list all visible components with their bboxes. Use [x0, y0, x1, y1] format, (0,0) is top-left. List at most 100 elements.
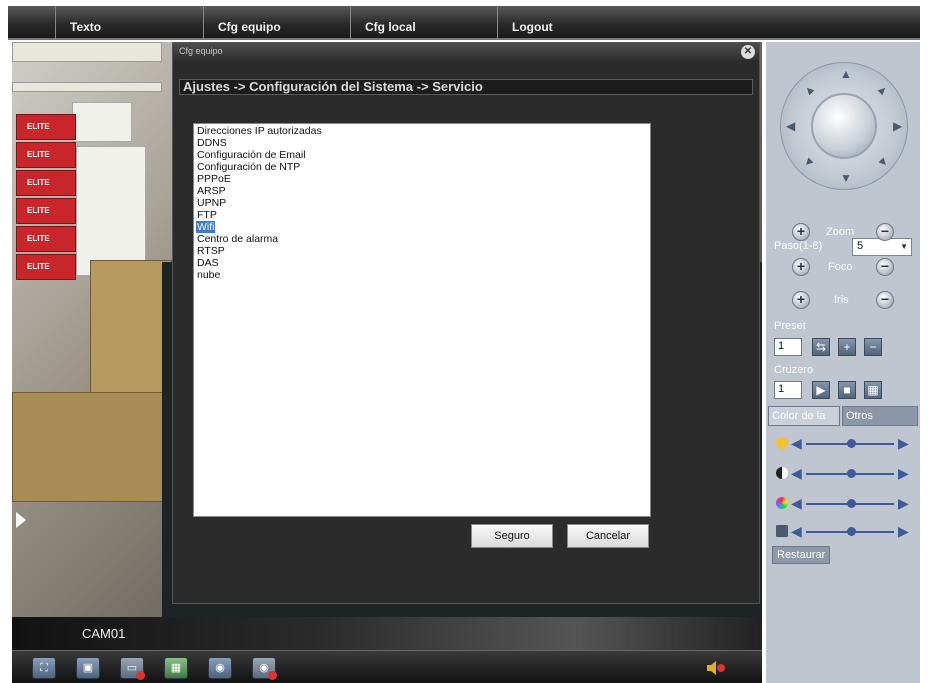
box: [76, 146, 146, 276]
zoom-in-button[interactable]: +: [792, 223, 810, 241]
list-item[interactable]: PPPoE: [196, 173, 231, 185]
list-item[interactable]: UPNP: [196, 197, 226, 209]
box: ELITE: [16, 226, 76, 252]
tab-logout[interactable]: Logout: [497, 6, 645, 40]
preset-add-icon[interactable]: +: [838, 338, 856, 356]
ptz-right-icon[interactable]: ▶: [893, 119, 902, 133]
ptz-left-icon[interactable]: ◀: [786, 119, 795, 133]
stop-preview-icon[interactable]: ▭: [120, 657, 145, 680]
slider-decrease-icon[interactable]: ◀: [791, 523, 802, 540]
slider-knob[interactable]: [847, 499, 856, 508]
box: ELITE: [16, 254, 76, 280]
play-marker-icon: [16, 512, 26, 528]
service-list[interactable]: Direcciones IP autorizadas DDNS Configur…: [193, 123, 651, 517]
list-item[interactable]: Direcciones IP autorizadas: [196, 125, 322, 137]
tab-texto[interactable]: Texto: [55, 6, 203, 40]
list-item[interactable]: Configuración de Email: [196, 149, 306, 161]
close-icon[interactable]: ✕: [741, 45, 755, 59]
control-panel: ▲ ▼ ◀ ▶ ▲ ▲ ▼ ▼ Paso(1-8) 5 ▼ + Zoom − + …: [766, 42, 920, 683]
iris-open-button[interactable]: +: [792, 291, 810, 309]
fullscreen-icon[interactable]: ⛶: [32, 657, 56, 679]
carton: [12, 392, 172, 502]
ptz-center-button[interactable]: [811, 93, 877, 159]
ptz-up-left-icon[interactable]: ▲: [800, 81, 818, 99]
iris-label: Iris: [834, 294, 849, 306]
stop-dot-icon: [136, 671, 145, 680]
breadcrumb: Ajustes -> Configuración del Sistema -> …: [179, 79, 753, 95]
slider-knob[interactable]: [847, 439, 856, 448]
tab-cfg-equipo[interactable]: Cfg equipo: [203, 6, 351, 40]
list-item[interactable]: Centro de alarma: [196, 233, 278, 245]
split-view-icon[interactable]: ▣: [76, 657, 100, 679]
tab-color[interactable]: Color de la: [768, 406, 840, 426]
cruise-grid-icon[interactable]: ▦: [864, 381, 882, 399]
saturation-slider[interactable]: ◀ ▶: [774, 495, 914, 513]
box-label: ELITE: [27, 262, 50, 271]
slider-knob[interactable]: [847, 527, 856, 536]
box-label: ELITE: [27, 206, 50, 215]
slider-decrease-icon[interactable]: ◀: [791, 435, 802, 452]
speaker-icon[interactable]: [705, 660, 727, 676]
ptz-up-icon[interactable]: ▲: [840, 67, 852, 81]
shelf: [12, 82, 162, 92]
slider-knob[interactable]: [847, 469, 856, 478]
box-label: ELITE: [27, 178, 50, 187]
ok-button[interactable]: Seguro: [471, 524, 553, 548]
slider-increase-icon[interactable]: ▶: [898, 523, 909, 540]
dialog-title: Cfg equipo: [179, 46, 223, 56]
focus-out-button[interactable]: −: [876, 258, 894, 276]
iris-close-button[interactable]: −: [876, 291, 894, 309]
dialog-title-bar[interactable]: Cfg equipo ✕: [173, 43, 759, 61]
slider-decrease-icon[interactable]: ◀: [791, 465, 802, 482]
slider-decrease-icon[interactable]: ◀: [791, 495, 802, 512]
ptz-down-right-icon[interactable]: ▼: [874, 153, 892, 171]
cruise-input[interactable]: 1: [774, 381, 802, 399]
contrast-slider[interactable]: ◀ ▶: [774, 465, 914, 483]
color-tabs: Color de la Otros: [768, 406, 918, 426]
preset-input[interactable]: 1: [774, 338, 802, 356]
list-item[interactable]: FTP: [196, 209, 217, 221]
restore-button[interactable]: Restaurar: [772, 546, 831, 564]
slider-increase-icon[interactable]: ▶: [898, 435, 909, 452]
slider-increase-icon[interactable]: ▶: [898, 465, 909, 482]
slider-increase-icon[interactable]: ▶: [898, 495, 909, 512]
list-item[interactable]: Configuración de NTP: [196, 161, 300, 173]
focus-in-button[interactable]: +: [792, 258, 810, 276]
hue-slider[interactable]: ◀ ▶: [774, 523, 914, 541]
shelf: [12, 42, 162, 62]
cruise-label: Cruzero: [774, 364, 814, 376]
snapshot-icon[interactable]: ▦: [164, 657, 188, 679]
ptz-control[interactable]: ▲ ▼ ◀ ▶ ▲ ▲ ▼ ▼: [780, 62, 908, 190]
stop-record-icon[interactable]: ◉: [252, 657, 277, 680]
tab-cfg-local[interactable]: Cfg local: [350, 6, 498, 40]
ptz-down-icon[interactable]: ▼: [840, 171, 852, 185]
step-label: Paso(1-8): [774, 240, 823, 252]
tab-otros[interactable]: Otros: [842, 406, 918, 426]
box-label: ELITE: [27, 122, 50, 131]
bottom-toolbar: ⛶ ▣ ▭ ▦ ◉ ◉: [12, 650, 762, 683]
list-item[interactable]: ARSP: [196, 185, 226, 197]
brightness-icon: [776, 437, 788, 449]
camera-label: CAM01: [82, 626, 126, 641]
box: [72, 102, 132, 142]
list-item[interactable]: DDNS: [196, 137, 227, 149]
list-item[interactable]: nube: [196, 269, 220, 281]
cruise-play-icon[interactable]: ▶: [812, 381, 830, 399]
zoom-out-button[interactable]: −: [876, 223, 894, 241]
ptz-down-left-icon[interactable]: ▼: [800, 153, 818, 171]
list-item-selected[interactable]: Wifi: [196, 221, 215, 233]
config-dialog: Cfg equipo ✕ Ajustes -> Configuración de…: [172, 42, 760, 604]
box: ELITE: [16, 170, 76, 196]
cancel-button[interactable]: Cancelar: [567, 524, 649, 548]
step-value: 5: [857, 240, 864, 252]
box-label: ELITE: [27, 150, 50, 159]
preset-remove-icon[interactable]: −: [864, 338, 882, 356]
list-item[interactable]: RTSP: [196, 245, 225, 257]
ptz-up-right-icon[interactable]: ▲: [874, 81, 892, 99]
record-icon[interactable]: ◉: [208, 657, 232, 679]
brightness-slider[interactable]: ◀ ▶: [774, 435, 914, 453]
preset-go-icon[interactable]: ⇆: [812, 338, 830, 356]
box: ELITE: [16, 114, 76, 140]
list-item[interactable]: DAS: [196, 257, 219, 269]
cruise-stop-icon[interactable]: ■: [838, 381, 856, 399]
